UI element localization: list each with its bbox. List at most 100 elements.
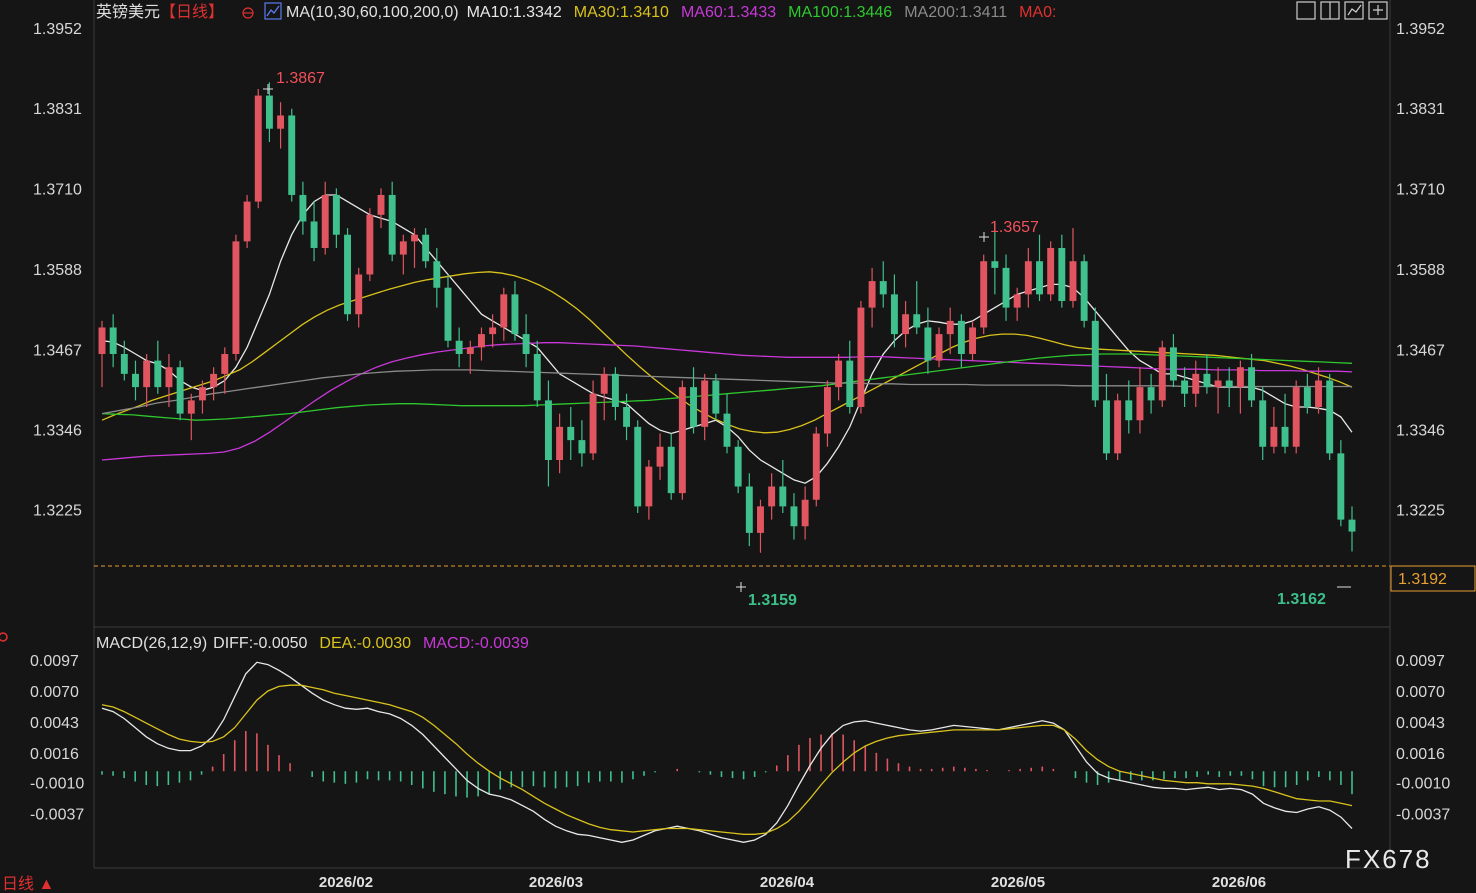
candle-body xyxy=(143,360,151,388)
candle-body xyxy=(1158,347,1166,401)
candle-body xyxy=(265,95,273,129)
candle-body xyxy=(645,466,653,507)
candle-body xyxy=(1270,426,1278,447)
candle-body xyxy=(165,367,173,388)
candle-body xyxy=(611,373,619,407)
ma100-value: MA100:1.3446 xyxy=(788,4,892,21)
candle-body xyxy=(902,314,910,335)
candle-body xyxy=(1214,380,1222,388)
price-tick-right: 1.3225 xyxy=(1396,503,1445,520)
candle-body xyxy=(667,446,675,494)
ma10-value: MA10:1.3342 xyxy=(467,4,562,21)
candle-body xyxy=(1248,367,1256,401)
candle-body xyxy=(355,274,363,315)
candle[interactable] xyxy=(288,108,296,202)
candle-body xyxy=(801,499,809,527)
candle-body xyxy=(132,373,139,388)
candle-body xyxy=(1013,294,1021,308)
macd-params: MACD(26,12,9) xyxy=(96,635,207,652)
x-tick-label: 2026/03 xyxy=(529,874,583,891)
candle[interactable] xyxy=(1114,393,1122,460)
legend-row: 英镑美元【日线】 xyxy=(96,3,224,21)
candle[interactable] xyxy=(1047,241,1055,301)
x-tick-label: 2026/02 xyxy=(319,874,373,891)
candle-body xyxy=(533,353,541,401)
candle-body xyxy=(544,400,552,460)
candle[interactable] xyxy=(1292,380,1300,454)
candle-body xyxy=(623,406,631,427)
ma30-value: MA30:1.3410 xyxy=(574,4,669,21)
candle-body xyxy=(478,334,485,348)
candle[interactable] xyxy=(243,194,251,248)
macd-dea-value: DEA:-0.0030 xyxy=(319,635,411,652)
price-tick-left: 1.3831 xyxy=(33,101,82,118)
candle[interactable] xyxy=(366,208,374,282)
ma-params: MA(10,30,60,100,200,0) xyxy=(286,4,459,21)
candle[interactable] xyxy=(1091,307,1099,407)
candle-body xyxy=(388,194,396,255)
candle-body xyxy=(1103,400,1110,454)
candle-body xyxy=(1091,320,1099,401)
candle-body xyxy=(243,201,251,242)
candle-body xyxy=(198,387,206,401)
candle-body xyxy=(879,281,887,295)
candle[interactable] xyxy=(176,360,184,421)
candle-body xyxy=(1147,387,1155,401)
x-tick-label: 2026/06 xyxy=(1212,874,1266,891)
candle[interactable] xyxy=(344,228,351,321)
candle-body xyxy=(98,327,106,354)
candle-body xyxy=(1136,387,1144,421)
price-tick-left: 1.3225 xyxy=(33,503,82,520)
candle[interactable] xyxy=(1158,340,1166,407)
candle[interactable] xyxy=(857,300,865,414)
candle-body xyxy=(1326,380,1334,454)
candle[interactable] xyxy=(812,426,820,507)
candle-body xyxy=(210,373,218,388)
candle-body xyxy=(288,115,296,195)
candle-body xyxy=(913,314,921,328)
candle[interactable] xyxy=(254,88,262,209)
candle[interactable] xyxy=(1080,254,1088,328)
candle-body xyxy=(254,95,262,202)
candle-body xyxy=(690,387,697,427)
candle-body xyxy=(489,327,497,335)
candle[interactable] xyxy=(1326,373,1334,460)
candle[interactable] xyxy=(734,440,742,494)
candle-body xyxy=(1024,261,1032,295)
macd-tick-left: -0.0010 xyxy=(30,776,84,793)
candle[interactable] xyxy=(634,420,642,514)
candle[interactable] xyxy=(678,380,686,500)
chart-canvas[interactable]: 1.3952 1.3952 1.3831 1.3831 1.3710 1.3710 1.35… xyxy=(0,0,1476,893)
macd-tick-left: 0.0070 xyxy=(30,684,79,701)
candle[interactable] xyxy=(232,234,240,361)
candle-body xyxy=(980,261,988,328)
macd-tick-left: 0.0097 xyxy=(30,653,79,670)
candle-body xyxy=(589,393,597,454)
candle-body xyxy=(399,241,407,255)
x-tick-label: 2026/04 xyxy=(760,874,815,891)
candle[interactable] xyxy=(980,254,988,335)
low-annotation-1: 1.3159 xyxy=(748,592,797,609)
symbol-name: 英镑美元 xyxy=(96,3,160,21)
candle-body xyxy=(935,334,943,361)
candle-body xyxy=(332,194,340,235)
candle-body xyxy=(924,327,932,361)
candle-body xyxy=(1069,261,1077,301)
candle-body xyxy=(1203,373,1211,388)
price-tick-right: 1.3346 xyxy=(1396,423,1445,440)
period-switch[interactable]: 日线 ▲ xyxy=(2,875,54,893)
price-tick-left: 1.3346 xyxy=(33,423,82,440)
candle-body xyxy=(790,506,798,527)
candle-body xyxy=(734,446,742,487)
candle-body xyxy=(991,261,999,268)
macd-value: MACD:-0.0039 xyxy=(423,635,529,652)
candle-body xyxy=(757,506,764,533)
candle-body xyxy=(701,380,709,427)
candle-body xyxy=(187,400,195,414)
candle-body xyxy=(466,347,474,354)
candle-body xyxy=(277,115,285,129)
candle[interactable] xyxy=(712,373,720,421)
period-tag[interactable]: 【日线】 xyxy=(160,3,224,21)
price-tick-left: 1.3952 xyxy=(33,21,82,38)
x-tick-label: 2026/05 xyxy=(991,874,1045,891)
